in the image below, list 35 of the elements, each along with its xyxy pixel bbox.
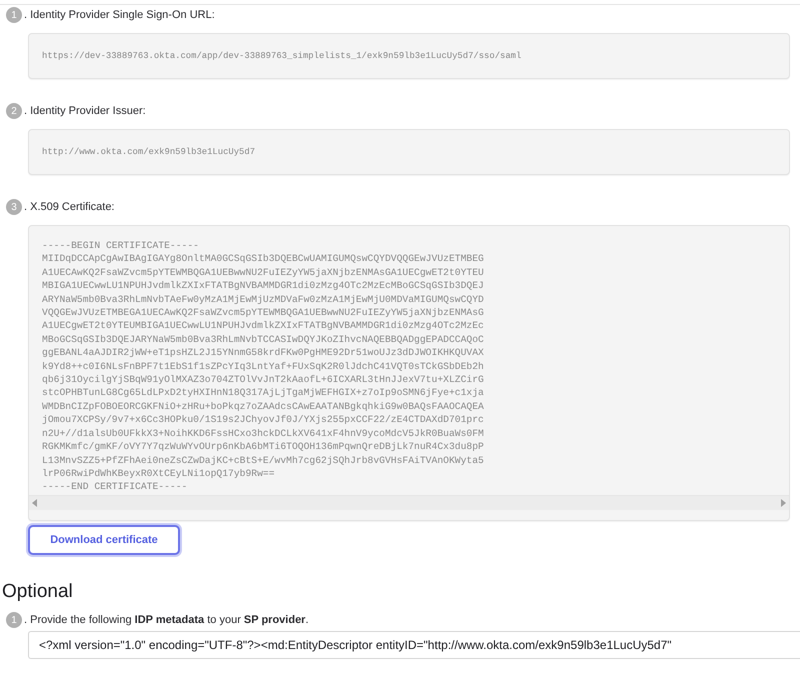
certificate-line: ggEBANL4aAJDIR2jWW+eT1psHZL2J15YNnmG58krdFKw0PgHME92Dr51woUJz3dDJWOIKHKQUVAX [42, 346, 485, 360]
scroll-left-icon[interactable] [32, 499, 38, 507]
certificate-line: A1UECgwET2t0YTEUMBIGA1UECwwLU1NPUHJvdmlkZXIxFTATBgNVBAMMDGR1di0zMzg4OTc2MzEc [42, 319, 485, 333]
value-text: http://www.okta.com/exk9n59lb3e1LucUy5d7 [42, 147, 256, 157]
step-number: 1 [6, 612, 22, 628]
certificate-line: MBoGCSqGSIb3DQEJARYNaW5mb0Bva3RhLmNvbTCCASIwDQYJKoZIhvcNAQEBBQADggEPADCCAQoC [42, 332, 485, 346]
step-number: 1 [6, 7, 22, 23]
metadata-field[interactable]: <?xml version="1.0" encoding="UTF-8"?><md:EntityDescriptor entityID="http://www.okta.com/exk9n59lb3e1LucUy5d7" [28, 631, 800, 659]
step-number: 2 [6, 103, 22, 119]
certificate-line: MBIGA1UECwwLU1NPUHJvdmlkZXIxFTATBgNVBAMMDGR1di0zMzg4OTc2MzEcMBoGCSqGSIb3DQEJ [42, 279, 485, 293]
certificate-line: VQQGEwJVUzETMBEGA1UECAwKQ2FsaWZvcm5pYTEWMBQGA1UEBwwNU2FuIEZyYW5jaXNjbzENMAsG [42, 306, 485, 320]
certificate-line: ARYNaW5mb0Bva3RhLmNvbTAeFw0yMzA1MjEwMjUzMDVaFw0zMzA1MjEwMjU0MDVaMIGUMQswCQYD [42, 292, 485, 306]
horizontal-scrollbar[interactable] [29, 495, 789, 510]
section-heading: Optional [2, 581, 74, 603]
certificate-line: -----BEGIN CERTIFICATE----- [42, 239, 200, 252]
certificate-line: lrP06RwiPdWhKBeyxR0XtCEyLNi1opQ17yb9Rw== [42, 466, 276, 480]
certificate-line: n2U+//d1alsUb0UFkkX3+NoihKKD6FssHCxo3hckDCLkXV641xF4hnV9ycoMdcV5JkR0BuaWs0FM [42, 426, 485, 440]
step-label: . Identity Provider Issuer: [24, 105, 146, 117]
certificate-line: jOmou7XCPSy/9v7+x6Cc3HOPku0/1S19s2JChyovJf0J/YXjs255pxCCF22/zE4CTDAXdD701prc [42, 413, 485, 427]
certificate-line: k9Yd8++c0I6NLsFnBPF7t1EbS1f1sZPcYIq3LntYaf+FUxSqK2R0lJdchC41VQT0sTCkGSbDEb2h [42, 360, 485, 374]
step-label: . X.509 Certificate: [24, 201, 114, 213]
step-label: . Identity Provider Single Sign-On URL: [24, 9, 215, 21]
certificate-line: A1UECAwKQ2FsaWZvcm5pYTEWMBQGA1UEBwwNU2FuIEZyYW5jaXNjbzENMAsGA1UECgwET2t0YTEU [42, 266, 485, 280]
step-number: 3 [6, 199, 22, 215]
certificate-line: -----END CERTIFICATE----- [42, 480, 188, 494]
scroll-right-icon[interactable] [780, 499, 786, 507]
certificate-line: L13MnvSZZ5+PfZFhAei0neZsCZwDajKC+cBtS+E/wvMh7cg62jSQhJrb8vGVHsFAiTVAnOKWyta5 [42, 454, 485, 467]
step-instruction: . Provide the following IDP metadata to your SP provider. [24, 614, 309, 626]
certificate-line: stcOPHBTunLG8Cg65LdLPxD2tyHXIHnN18Q317AjLjTgaMjWEFHGIX+z7oIp9oSMN6jFye+c1xja [42, 386, 485, 400]
download-button[interactable]: Download certificate [28, 525, 180, 555]
certificate-line: qb6j31OycilgYjSBqW91yOlMXAZ3o704ZTOlVvJnT2kAaofL+6ICXARL3tHnJJexV7tu+XLZCirG [42, 373, 485, 386]
certificate-line: RGKMKmfc/gmKF/oVY7Y7qzWuWYvOUrp6nKbA6bMTi6TOQOH136mPqwnQreDBjLk7nuR4Cx3du8pP [42, 440, 485, 454]
certificate-line: MIIDqDCCApCgAwIBAgIGAYg8OnltMA0GCSqGSIb3DQEBCwUAMIGUMQswCQYDVQQGEwJVUzETMBEG [42, 252, 485, 266]
certificate-line: WMDBnCIZpFOBOEORCGKFNiO+zHRu+boPkqz7oZAAdcsCAwEAATANBgkqhkiG9w0BAQsFAAOCAQEA [42, 400, 485, 414]
value-text: https://dev-33889763.okta.com/app/dev-33889763_simplelists_1/exk9n59lb3e1LucUy5d7/sso/saml [42, 51, 522, 61]
